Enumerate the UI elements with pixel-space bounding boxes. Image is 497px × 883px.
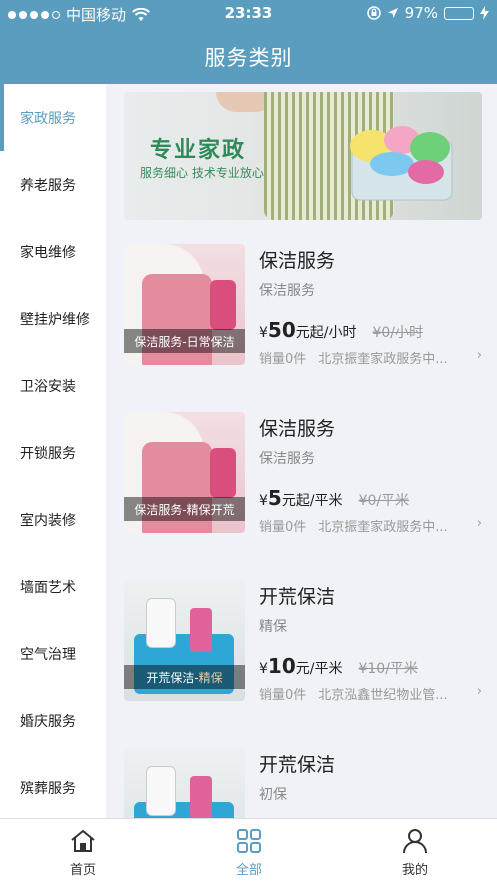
- tab-home[interactable]: 首页: [0, 819, 166, 883]
- chevron-right-icon: ›: [476, 348, 482, 363]
- original-price: ¥0/平米: [358, 493, 410, 509]
- battery-icon: [444, 6, 474, 20]
- sidebar-item-label: 卫浴安装: [20, 378, 76, 395]
- sidebar-item-label: 室内装修: [20, 512, 76, 529]
- spray-bottle-graphic: [190, 776, 212, 818]
- meta-row: 销量0件 北京泓鑫世纪物业管... ›: [259, 684, 482, 703]
- sidebar-item-label: 养老服务: [20, 177, 76, 194]
- tab-label: 首页: [69, 863, 96, 878]
- sidebar-item-appliance-repair[interactable]: 家电维修: [0, 218, 106, 285]
- service-subtitle: 精保: [259, 619, 287, 635]
- chevron-right-icon: ›: [476, 516, 482, 531]
- price-row: ¥10元/平米 ¥10/平米: [259, 654, 418, 678]
- banner-title: 专业家政: [150, 138, 247, 163]
- original-price: ¥0/小时: [372, 325, 424, 341]
- sidebar-item-funeral[interactable]: 殡葬服务: [0, 754, 106, 818]
- tab-mine[interactable]: 我的: [332, 819, 497, 883]
- bottom-tab-bar: 首页 全部 我的: [0, 818, 497, 883]
- service-price: ¥50元起/小时: [259, 318, 357, 342]
- jug-graphic: [146, 766, 176, 816]
- sidebar-item-label: 家政服务: [20, 110, 76, 127]
- sidebar-item-interior-decoration[interactable]: 室内装修: [0, 486, 106, 553]
- sales-count: 销量0件: [259, 688, 307, 703]
- category-banner[interactable]: 专业家政 服务细心 技术专业放心: [124, 92, 482, 220]
- service-thumbnail: [124, 748, 245, 818]
- shop-name: 北京振奎家政服务中...: [318, 520, 448, 535]
- sales-count: 销量0件: [259, 520, 307, 535]
- original-price: ¥10/平米: [358, 661, 418, 677]
- tab-all[interactable]: 全部: [166, 819, 332, 883]
- charging-bolt-icon: [480, 6, 489, 20]
- chevron-right-icon: ›: [476, 684, 482, 699]
- top-bar: 中国移动 23:33 97% 服务类别: [0, 0, 497, 84]
- meta-row: 销量0件 北京振奎家政服务中... ›: [259, 348, 482, 367]
- rotation-lock-icon: [366, 6, 381, 20]
- thumbnail-caption: 保洁服务-精保开荒: [124, 497, 245, 521]
- sidebar-item-elderly-care[interactable]: 养老服务: [0, 151, 106, 218]
- person-icon: [403, 829, 427, 854]
- tab-label: 全部: [235, 863, 262, 878]
- spray-bottle-graphic: [210, 448, 236, 498]
- sidebar-item-label: 开锁服务: [20, 445, 76, 462]
- service-subtitle: 初保: [259, 787, 287, 803]
- sidebar-item-air-treatment[interactable]: 空气治理: [0, 620, 106, 687]
- spray-bottle-graphic: [190, 608, 212, 652]
- sidebar-item-home-service[interactable]: 家政服务: [0, 84, 106, 151]
- service-item[interactable]: 开荒保洁- 精保 开荒保洁 精保 ¥10元/平米 ¥10/平米 销量0件 北京泓鑫…: [124, 580, 482, 703]
- sidebar-item-label: 家电维修: [20, 244, 76, 261]
- tab-label: 我的: [401, 863, 428, 878]
- service-name: 保洁服务: [259, 418, 336, 440]
- category-sidebar: 家政服务 养老服务 家电维修 壁挂炉维修 卫浴安装 开锁服务 室内装修 墙面艺术…: [0, 84, 106, 818]
- meta-row: 销量0件 北京振奎家政服务中... ›: [259, 516, 482, 535]
- spray-bottle-graphic: [210, 280, 236, 330]
- status-right: 97%: [366, 4, 489, 22]
- sales-count: 销量0件: [259, 352, 307, 367]
- service-price: ¥10元/平米: [259, 654, 343, 678]
- service-subtitle: 保洁服务: [259, 451, 315, 467]
- sidebar-item-label: 殡葬服务: [20, 780, 76, 797]
- service-name: 保洁服务: [259, 250, 336, 272]
- sidebar-item-wall-art[interactable]: 墙面艺术: [0, 553, 106, 620]
- service-item[interactable]: 保洁服务-精保开荒 保洁服务 保洁服务 ¥5元起/平米 ¥0/平米 销量0件 北…: [124, 412, 482, 535]
- sidebar-item-label: 婚庆服务: [20, 713, 76, 730]
- service-content: 专业家政 服务细心 技术专业放心 保洁服务-日常保洁 保洁服务 保洁服务 ¥50…: [106, 84, 497, 818]
- home-icon: [71, 829, 95, 852]
- status-bar: 中国移动 23:33 97%: [0, 0, 497, 28]
- thumbnail-caption: 保洁服务-日常保洁: [124, 329, 245, 353]
- jug-graphic: [146, 598, 176, 648]
- service-price: ¥5元起/平米: [259, 486, 343, 510]
- location-arrow-icon: [387, 8, 398, 18]
- sidebar-item-boiler-repair[interactable]: 壁挂炉维修: [0, 285, 106, 352]
- cleaning-supplies-icon: [350, 126, 453, 201]
- thumbnail-caption: 开荒保洁- 精保: [124, 665, 245, 689]
- service-thumbnail: 开荒保洁- 精保: [124, 580, 245, 701]
- price-row: ¥5元起/平米 ¥0/平米: [259, 486, 409, 510]
- service-item[interactable]: 保洁服务-日常保洁 保洁服务 保洁服务 ¥50元起/小时 ¥0/小时 销量0件 …: [124, 244, 482, 367]
- service-name: 开荒保洁: [259, 586, 336, 608]
- sidebar-item-locksmith[interactable]: 开锁服务: [0, 419, 106, 486]
- page-title: 服务类别: [204, 46, 293, 70]
- sidebar-item-label: 墙面艺术: [20, 579, 76, 596]
- battery-percent: 97%: [404, 4, 438, 22]
- sidebar-item-wedding[interactable]: 婚庆服务: [0, 687, 106, 754]
- shop-name: 北京泓鑫世纪物业管...: [318, 688, 448, 703]
- shop-name: 北京振奎家政服务中...: [318, 352, 448, 367]
- banner-subtitle: 服务细心 技术专业放心: [140, 166, 264, 180]
- service-subtitle: 保洁服务: [259, 283, 315, 299]
- sidebar-item-bathroom-install[interactable]: 卫浴安装: [0, 352, 106, 419]
- sidebar-item-label: 空气治理: [20, 646, 76, 663]
- service-item[interactable]: 开荒保洁 初保: [124, 748, 482, 818]
- price-row: ¥50元起/小时 ¥0/小时: [259, 318, 423, 342]
- service-thumbnail: 保洁服务-精保开荒: [124, 412, 245, 533]
- sidebar-item-label: 壁挂炉维修: [20, 311, 90, 328]
- grid-icon: [237, 829, 261, 853]
- service-thumbnail: 保洁服务-日常保洁: [124, 244, 245, 365]
- service-name: 开荒保洁: [259, 754, 336, 776]
